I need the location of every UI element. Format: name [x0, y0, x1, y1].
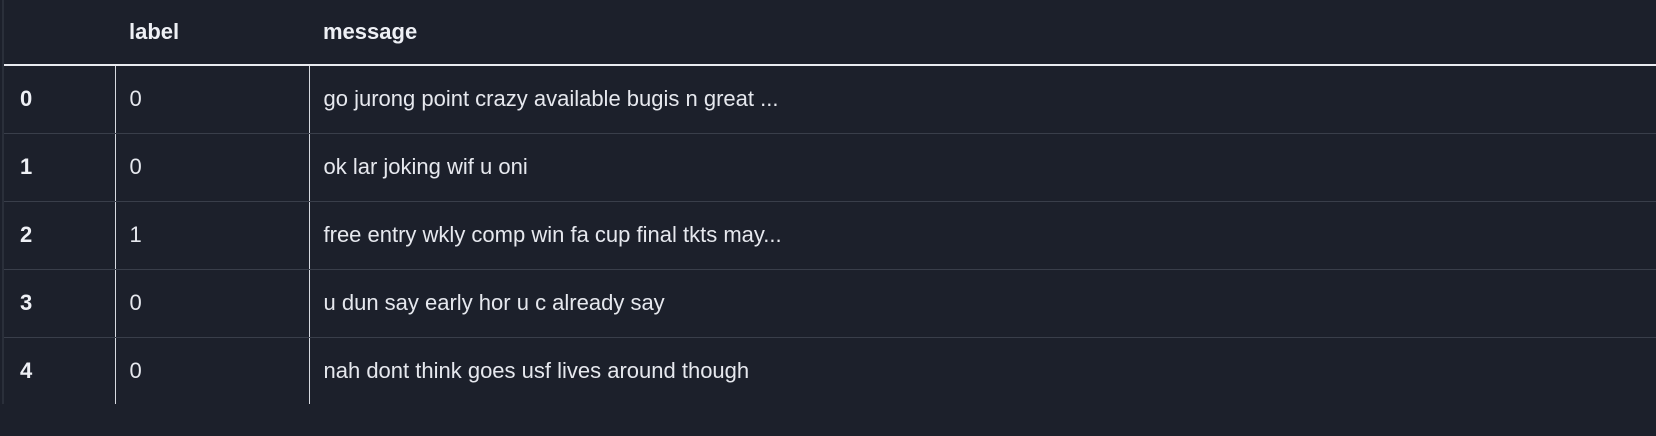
- table-row: 1 0 ok lar joking wif u oni: [4, 133, 1656, 202]
- message-cell: nah dont think goes usf lives around tho…: [308, 337, 1656, 405]
- message-cell: u dun say early hor u c already say: [308, 269, 1656, 338]
- label-cell: 1: [114, 201, 309, 270]
- header-row: label message: [4, 0, 1656, 66]
- table-row: 4 0 nah dont think goes usf lives around…: [4, 337, 1656, 405]
- row-index: 1: [4, 133, 115, 202]
- table-row: 2 1 free entry wkly comp win fa cup fina…: [4, 201, 1656, 270]
- label-cell: 0: [114, 269, 309, 338]
- row-index: 4: [20, 358, 33, 384]
- table-body: 0 0 go jurong point crazy available bugi…: [4, 65, 1656, 405]
- row-index: 2: [4, 201, 115, 270]
- table-header: label message: [4, 0, 1656, 66]
- dataframe-output: label message 0 0 go jurong point crazy …: [0, 0, 1656, 436]
- table-row: 0 0 go jurong point crazy available bugi…: [4, 65, 1656, 134]
- message-cell: free entry wkly comp win fa cup final tk…: [308, 201, 1656, 270]
- label-cell: 0: [114, 337, 309, 405]
- column-header-message: message: [309, 0, 1656, 66]
- column-header-index: [4, 0, 115, 66]
- label-cell: 0: [114, 133, 309, 202]
- table-row: 3 0 u dun say early hor u c already say: [4, 269, 1656, 338]
- label-cell: 0: [114, 65, 309, 134]
- message-cell: go jurong point crazy available bugis n …: [308, 65, 1656, 134]
- message-cell: ok lar joking wif u oni: [308, 133, 1656, 202]
- output-bottom-padding: [0, 404, 1656, 436]
- column-header-label: label: [115, 0, 309, 66]
- row-index: 0: [4, 65, 115, 134]
- row-index: 3: [4, 269, 115, 338]
- dataframe-table: label message 0 0 go jurong point crazy …: [4, 0, 1656, 405]
